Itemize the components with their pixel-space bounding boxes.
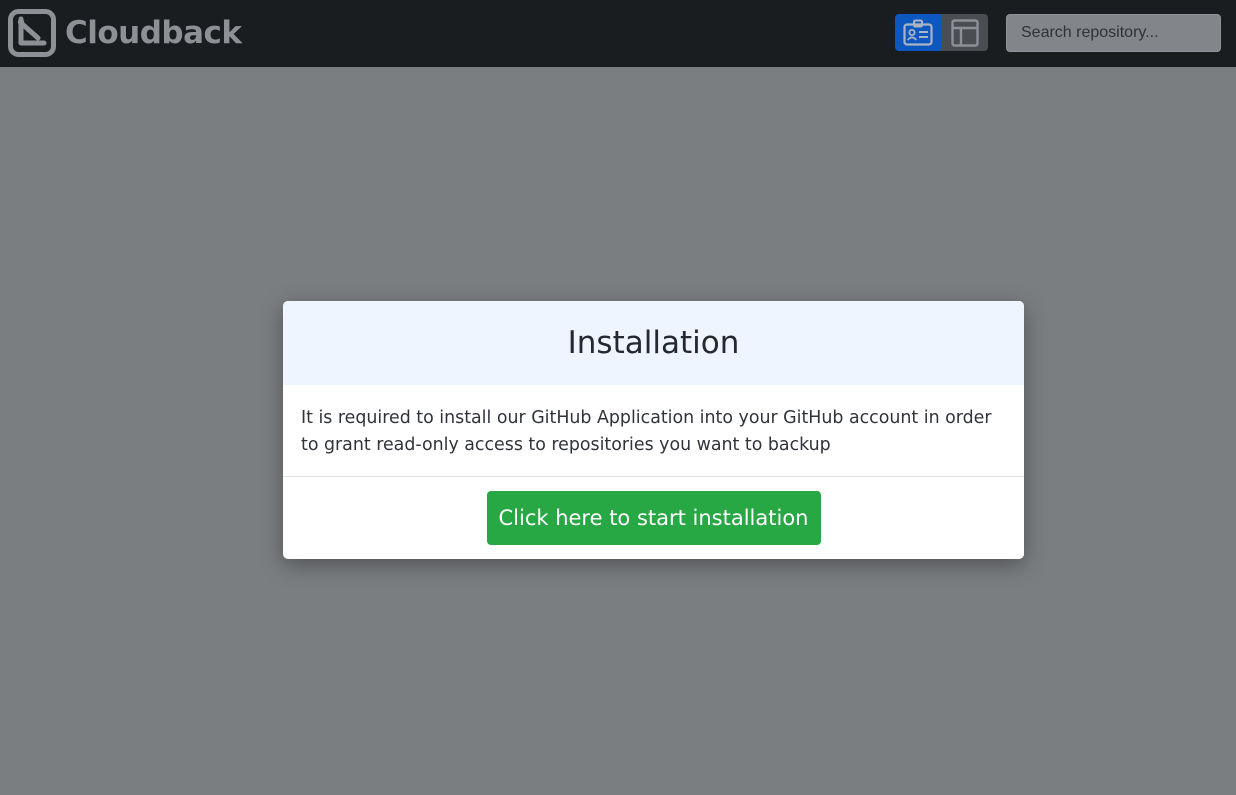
brand-link[interactable]: Cloudback bbox=[8, 9, 242, 57]
search-input[interactable] bbox=[1006, 14, 1221, 52]
modal-title: Installation bbox=[567, 325, 740, 361]
modal-footer: Click here to start installation bbox=[283, 477, 1024, 559]
cloudback-logo-icon bbox=[8, 9, 56, 57]
navbar: Cloudback bbox=[0, 0, 1236, 67]
modal-body: It is required to install our GitHub App… bbox=[283, 385, 1024, 477]
installation-modal: Installation It is required to install o… bbox=[283, 301, 1024, 559]
table-view-button[interactable] bbox=[941, 14, 988, 51]
table-layout-icon bbox=[950, 18, 979, 47]
view-toggle bbox=[895, 14, 988, 51]
card-view-button[interactable] bbox=[895, 14, 941, 51]
modal-header: Installation bbox=[283, 301, 1024, 385]
start-installation-button[interactable]: Click here to start installation bbox=[486, 491, 821, 545]
brand-name: Cloudback bbox=[65, 15, 242, 51]
modal-description: It is required to install our GitHub App… bbox=[301, 408, 992, 455]
id-card-icon bbox=[903, 19, 933, 46]
